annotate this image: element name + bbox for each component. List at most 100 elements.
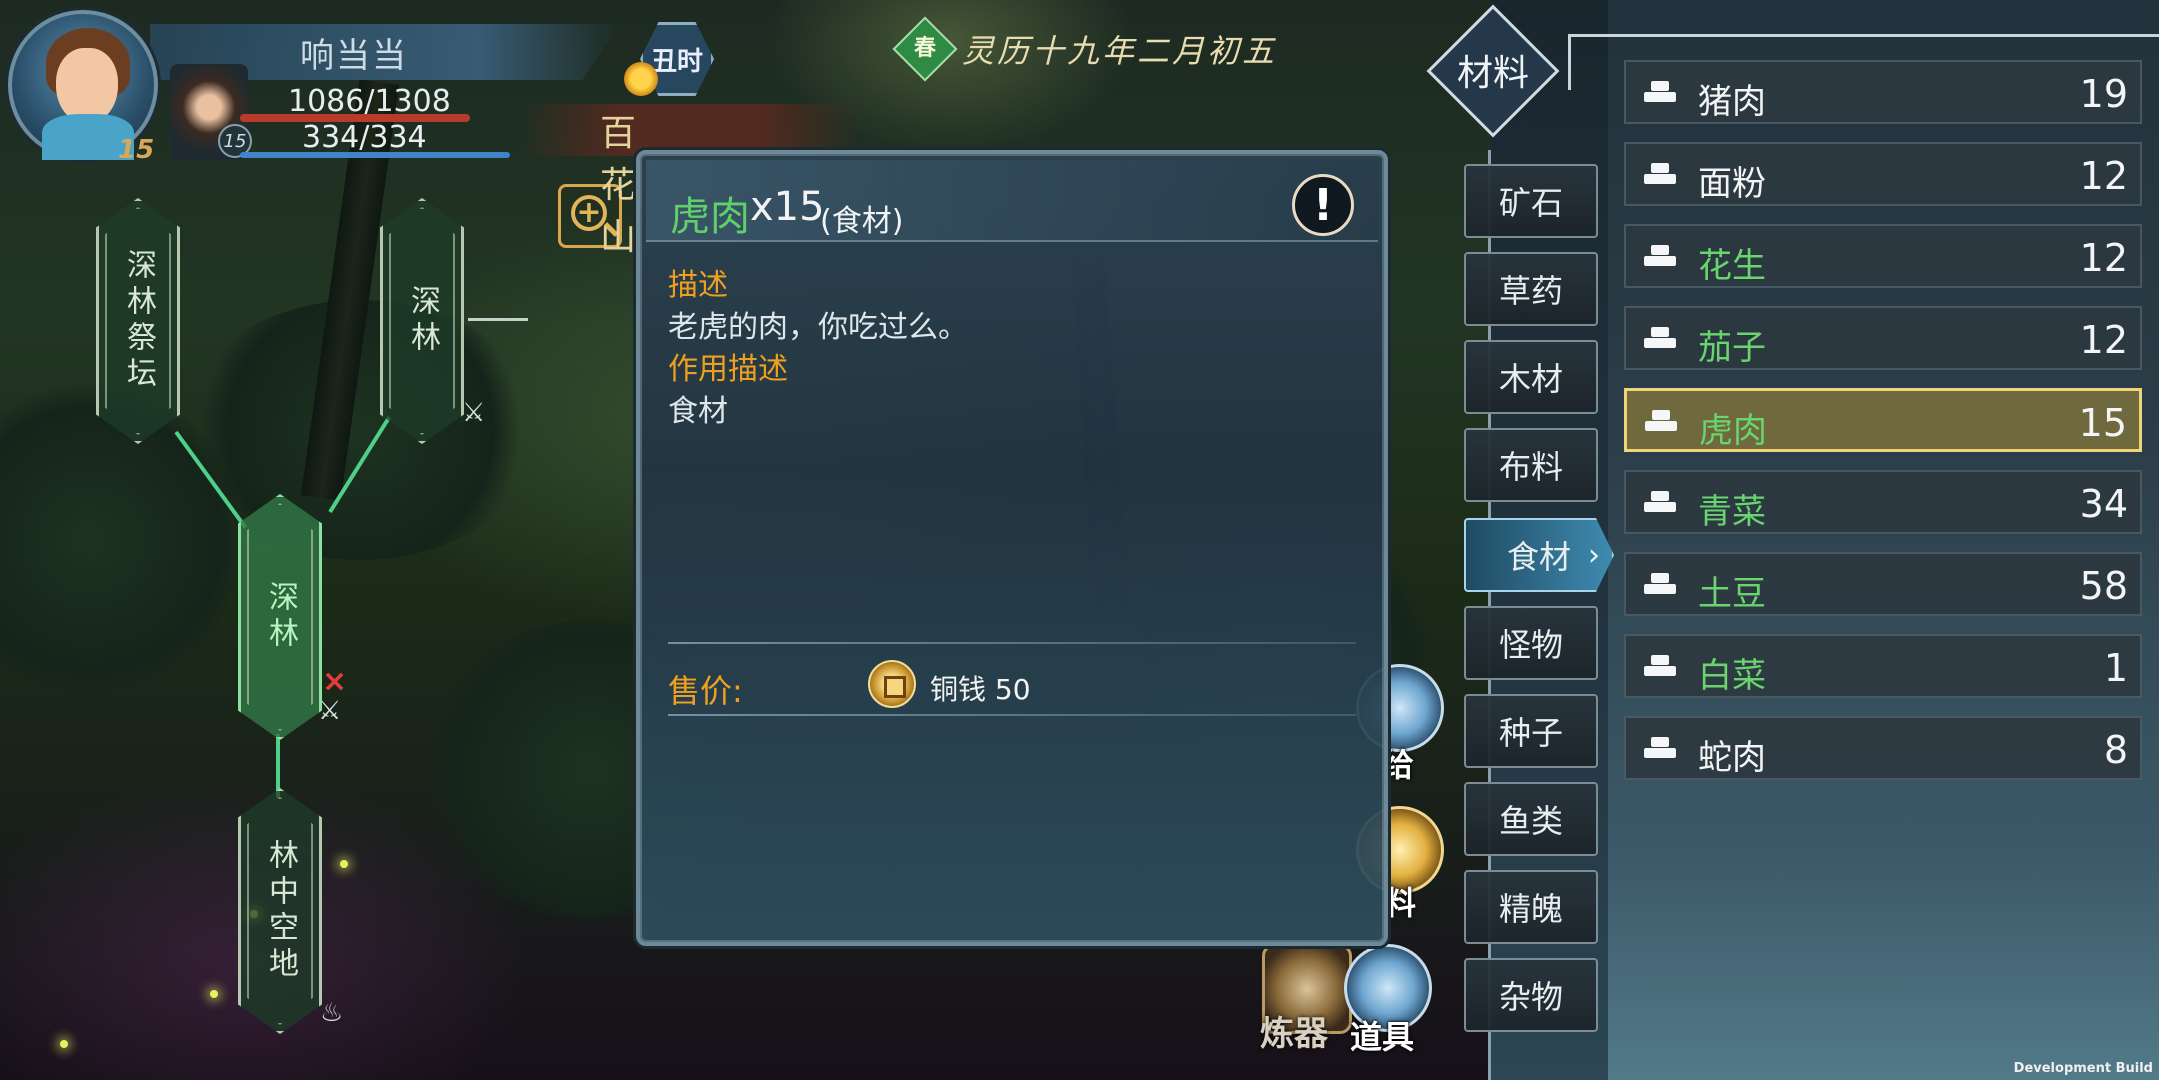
battle-icon: ⚔: [462, 398, 486, 428]
tab-label: 杂物: [1498, 978, 1563, 1016]
inventory-row[interactable]: 土豆 58: [1624, 552, 2142, 616]
item-row-name: 白菜: [1698, 656, 1766, 696]
description-title: 描述: [668, 268, 728, 303]
map-path: [276, 734, 280, 798]
ingot-stack-icon: [1642, 486, 1678, 518]
tab-fish[interactable]: 鱼类: [1464, 782, 1598, 856]
item-row-count: 58: [2079, 564, 2128, 608]
item-row-name: 青菜: [1698, 492, 1766, 532]
tab-food[interactable]: 食材 ›: [1464, 518, 1614, 592]
tab-ore[interactable]: 矿石: [1464, 164, 1598, 238]
firefly: [60, 1040, 68, 1048]
ingot-stack-icon: [1642, 650, 1678, 682]
chevron-right-icon: ›: [1588, 537, 1600, 573]
ingot-stack-icon: [1642, 732, 1678, 764]
ingot-stack-icon: [1643, 405, 1679, 437]
item-row-name: 面粉: [1698, 164, 1766, 204]
enemy-marker-icon: ×: [322, 664, 348, 699]
tab-label: 怪物: [1498, 626, 1563, 664]
refine-button-label: 炼器: [1260, 1014, 1328, 1054]
frame-line: [1568, 34, 1571, 90]
firefly: [210, 990, 218, 998]
tab-label: 草药: [1498, 272, 1563, 310]
map-node-label: 林中空地: [263, 839, 298, 983]
items-button-label: 道具: [1350, 1018, 1415, 1056]
item-row-count: 12: [2079, 318, 2128, 362]
item-name: 虎肉: [670, 194, 750, 240]
tab-label: 鱼类: [1498, 802, 1563, 840]
build-label: Development Build: [2013, 1061, 2153, 1076]
tab-herbs[interactable]: 草药: [1464, 252, 1598, 326]
item-row-name: 土豆: [1698, 574, 1766, 614]
location-banner: [520, 104, 860, 156]
info-button[interactable]: !: [1292, 174, 1354, 236]
item-row-name: 蛇肉: [1698, 738, 1766, 778]
item-category: (食材): [820, 204, 904, 239]
season-text: 春: [913, 36, 936, 61]
tab-wood[interactable]: 木材: [1464, 340, 1598, 414]
item-quantity: x15: [750, 184, 825, 230]
ingot-stack-icon: [1642, 158, 1678, 190]
item-row-count: 34: [2079, 482, 2128, 526]
frame-line: [1568, 34, 2159, 37]
ingot-stack-icon: [1642, 76, 1678, 108]
price-label: 售价:: [668, 672, 743, 710]
category-title: 材料: [1456, 53, 1529, 94]
tab-label: 布料: [1498, 448, 1563, 486]
effect-title: 作用描述: [668, 352, 788, 387]
location-name: 百花山: [600, 113, 641, 258]
map-node-forest-altar[interactable]: 深林祭坛: [96, 198, 180, 444]
effect-text: 食材: [668, 394, 728, 429]
item-row-count: 8: [2103, 728, 2128, 772]
item-row-name: 虎肉: [1699, 411, 1767, 451]
tab-label: 木材: [1498, 360, 1563, 398]
category-badge: 材料: [1426, 4, 1560, 138]
materials-button-label: 料: [1384, 884, 1417, 922]
tab-monster[interactable]: 怪物: [1464, 606, 1598, 680]
item-row-name: 花生: [1698, 246, 1766, 286]
item-row-count: 1: [2103, 646, 2128, 690]
item-row-name: 茄子: [1698, 328, 1766, 368]
tab-misc[interactable]: 杂物: [1464, 958, 1598, 1032]
player-name: 响当当: [300, 36, 408, 76]
item-row-name: 猪肉: [1698, 82, 1766, 122]
tab-label: 种子: [1498, 714, 1563, 752]
ingot-stack-icon: [1642, 322, 1678, 354]
battle-icon: ⚔: [318, 696, 342, 726]
exclamation-icon: !: [1312, 179, 1334, 231]
tab-essence[interactable]: 精魄: [1464, 870, 1598, 944]
copper-coin-icon: [868, 660, 916, 708]
tab-label: 矿石: [1498, 184, 1563, 222]
inventory-row[interactable]: 虎肉 15: [1624, 388, 2142, 452]
map-node-current[interactable]: 深林: [238, 494, 322, 740]
inventory-row[interactable]: 青菜 34: [1624, 470, 2142, 534]
inventory-row[interactable]: 猪肉 19: [1624, 60, 2142, 124]
player-level: 15: [118, 135, 155, 165]
item-detail-header: 虎肉 x15 (食材) !: [646, 160, 1378, 242]
mp-value: 334/334: [302, 120, 427, 155]
inventory-row[interactable]: 面粉 12: [1624, 142, 2142, 206]
mp-bar: [240, 152, 510, 158]
tab-seeds[interactable]: 种子: [1464, 694, 1598, 768]
tab-label: 食材: [1506, 538, 1571, 576]
item-row-count: 19: [2079, 72, 2128, 116]
map-node-forest-clearing[interactable]: 林中空地: [238, 788, 322, 1034]
map-node-deep-forest[interactable]: 深林: [380, 198, 464, 444]
inventory-row[interactable]: 花生 12: [1624, 224, 2142, 288]
divider: [668, 714, 1356, 716]
divider: [668, 642, 1356, 644]
firefly: [340, 860, 348, 868]
item-row-count: 12: [2079, 236, 2128, 280]
map-node-label: 深林: [405, 285, 440, 357]
ingot-stack-icon: [1642, 568, 1678, 600]
inventory-row[interactable]: 蛇肉 8: [1624, 716, 2142, 780]
inventory-row[interactable]: 白菜 1: [1624, 634, 2142, 698]
player-hud: 响当当 15 15 1086/1308 334/334 丑时 百花山: [0, 0, 860, 258]
inventory-row[interactable]: 茄子 12: [1624, 306, 2142, 370]
ingot-stack-icon: [1642, 240, 1678, 272]
map-node-label: 深林祭坛: [121, 249, 156, 393]
item-detail-panel: 虎肉 x15 (食材) ! 描述 老虎的肉，你吃过么。 作用描述 食材 售价: …: [636, 150, 1388, 946]
cooking-pot-icon: ♨: [320, 998, 344, 1028]
tab-cloth[interactable]: 布料: [1464, 428, 1598, 502]
price-value: 铜钱 50: [930, 673, 1031, 706]
